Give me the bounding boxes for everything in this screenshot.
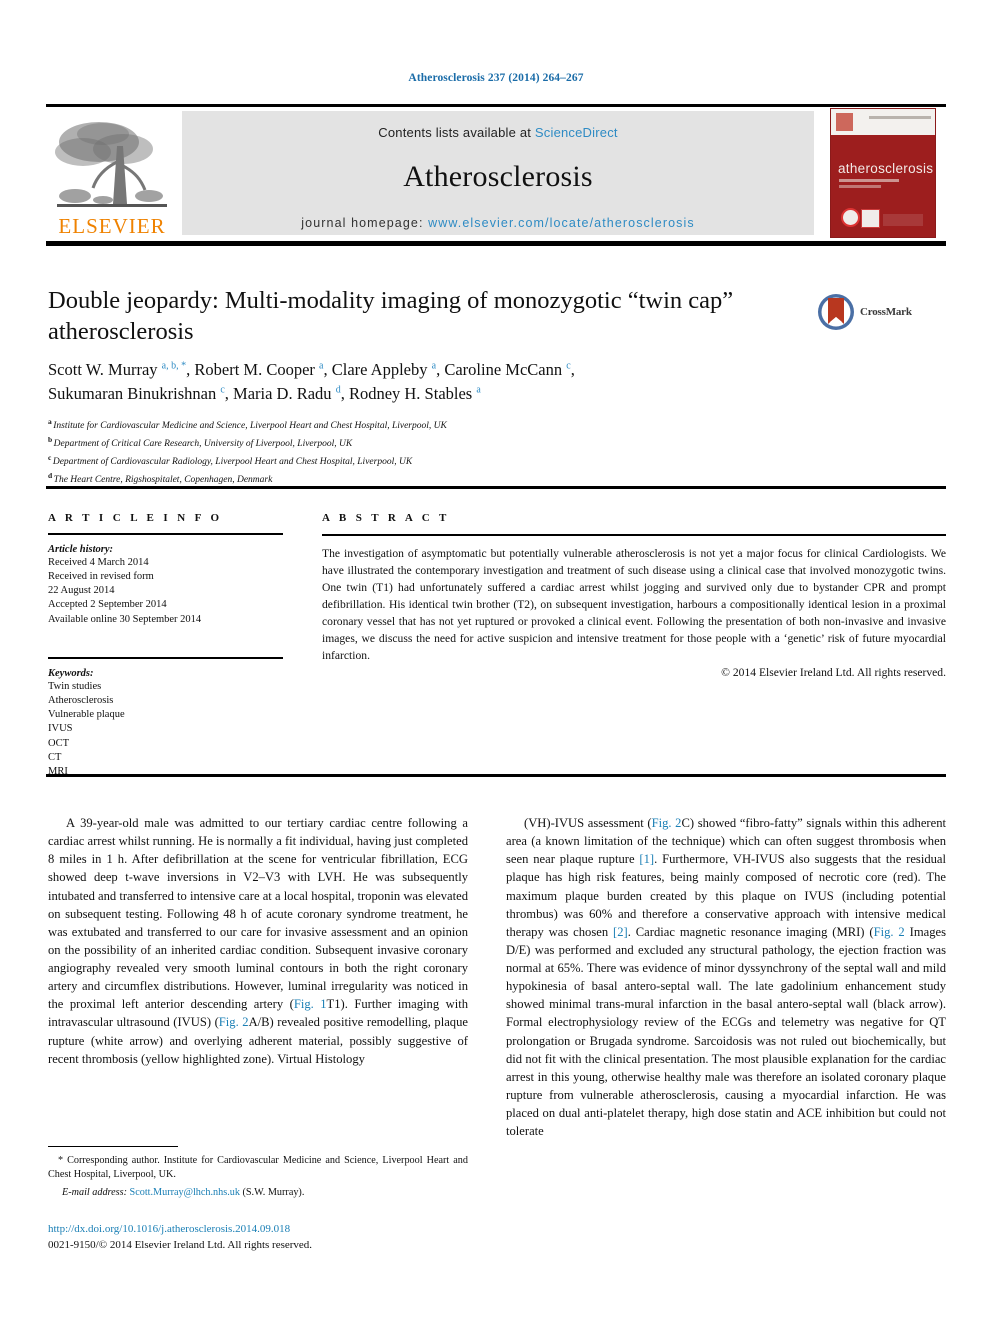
article-history-item: Received in revised form <box>48 570 154 582</box>
affiliation-text: The Heart Centre, Rigshospitalet, Copenh… <box>53 474 273 485</box>
sciencedirect-link[interactable]: ScienceDirect <box>535 125 618 140</box>
masthead-center-panel: Contents lists available at ScienceDirec… <box>182 111 814 235</box>
elsevier-wordmark: ELSEVIER <box>58 214 166 238</box>
keyword-item: Atherosclerosis <box>48 694 114 706</box>
info-section-bottom-rule <box>46 774 946 777</box>
cover-footer-text-bar <box>883 214 923 226</box>
page-title: Double jeopardy: Multi-modality imaging … <box>48 287 734 345</box>
cover-header-text-bar <box>869 116 931 119</box>
author-list: Scott W. Murray a, b, *, Robert M. Coope… <box>48 358 908 407</box>
affiliation-marker: c <box>48 452 52 462</box>
cover-elsevier-mark-icon <box>836 113 853 131</box>
running-head: Atherosclerosis 237 (2014) 264–267 <box>408 72 584 84</box>
keyword-item: CT <box>48 751 62 763</box>
author-line-1: Scott W. Murray a, b, *, Robert M. Coope… <box>48 360 575 379</box>
affiliation-item: a Institute for Cardiovascular Medicine a… <box>48 416 748 434</box>
article-history-label: Article history: <box>48 543 114 555</box>
masthead-bottom-rule <box>46 241 946 246</box>
journal-cover-thumbnail: atherosclerosis <box>820 107 946 239</box>
article-history-item: Available online 30 September 2014 <box>48 613 202 625</box>
keywords-divider <box>48 656 283 659</box>
affiliation-item: b Department of Critical Care Research, U… <box>48 434 748 452</box>
abstract-copyright: © 2014 Elsevier Ireland Ltd. All rights … <box>721 666 946 680</box>
footnote-rule <box>48 1146 178 1147</box>
cover-society-badge-icon <box>841 208 860 227</box>
abstract-heading: A B S T R A C T <box>322 512 450 524</box>
crossmark-icon <box>818 294 854 330</box>
elsevier-logo: ELSEVIER <box>46 107 178 239</box>
doi-link[interactable]: http://dx.doi.org/10.1016/j.atherosclero… <box>48 1222 478 1238</box>
crossmark-label: CrossMark <box>860 306 912 318</box>
body-column-right: (VH)-IVUS assessment (Fig. 2C) showed “f… <box>506 814 946 1140</box>
elsevier-tree-icon <box>55 122 167 207</box>
keyword-item: MRI <box>48 766 68 778</box>
article-info-column: A R T I C L E I N F O Article history: R… <box>48 512 283 779</box>
keyword-item: OCT <box>48 737 69 749</box>
author-line-2: Sukumaran Binukrishnan c, Maria D. Radu … <box>48 384 481 404</box>
affiliation-marker: d <box>48 470 53 480</box>
abstract-text: The investigation of asymptomatic but po… <box>322 546 946 662</box>
affiliation-text: Institute for Cardiovascular Medicine an… <box>53 421 447 432</box>
article-info-divider <box>48 533 283 535</box>
affiliation-marker: b <box>48 434 53 444</box>
doi-block: http://dx.doi.org/10.1016/j.atherosclero… <box>48 1222 478 1254</box>
keyword-item: IVUS <box>48 723 73 735</box>
keywords-label: Keywords: <box>48 667 94 679</box>
homepage-prefix: journal homepage: <box>301 216 429 230</box>
article-history-item: Received 4 March 2014 <box>48 556 149 568</box>
keyword-item: Vulnerable plaque <box>48 709 125 721</box>
journal-homepage-line: journal homepage: www.elsevier.com/locat… <box>182 216 814 230</box>
cover-subtitle-bar-2 <box>839 185 881 188</box>
body-column-left: A 39-year-old male was admitted to our t… <box>48 814 468 1068</box>
abstract-divider <box>322 534 946 536</box>
journal-homepage-link[interactable]: www.elsevier.com/locate/atherosclerosis <box>428 216 695 230</box>
affiliation-marker: a <box>48 417 52 426</box>
journal-masthead: ELSEVIER Contents lists available at Sci… <box>46 107 946 239</box>
corresponding-author-note: * Corresponding author. Institute for Ca… <box>48 1155 468 1181</box>
journal-title: Atherosclerosis <box>403 160 593 193</box>
cover-journal-name: atherosclerosis <box>838 161 934 176</box>
email-label: E-mail address: <box>62 1186 127 1198</box>
title-block: Double jeopardy: Multi-modality imaging … <box>48 286 808 348</box>
crossmark-badge[interactable]: CrossMark <box>816 290 936 334</box>
footnote-block: * Corresponding author. Institute for Ca… <box>48 1154 468 1200</box>
keyword-item: Twin studies <box>48 680 102 692</box>
paper-page: Atherosclerosis 237 (2014) 264–267 ELSEV… <box>0 0 992 1323</box>
affiliation-list: a Institute for Cardiovascular Medicine a… <box>48 416 748 488</box>
cover-header-strip <box>831 109 935 135</box>
affiliation-text: Department of Cardiovascular Radiology, … <box>52 456 413 467</box>
body-paragraph: A 39-year-old male was admitted to our t… <box>48 816 468 1066</box>
issn-copyright-line: 0021-9150/© 2014 Elsevier Ireland Ltd. A… <box>48 1238 313 1251</box>
body-paragraph: (VH)-IVUS assessment (Fig. 2C) showed “f… <box>506 816 947 1139</box>
contents-available-line: Contents lists available at ScienceDirec… <box>182 111 814 140</box>
affiliation-text: Department of Critical Care Research, Un… <box>53 439 353 450</box>
article-info-heading: A R T I C L E I N F O <box>48 512 223 524</box>
article-history-item: 22 August 2014 <box>48 585 115 597</box>
affiliation-item: c Department of Cardiovascular Radiology,… <box>48 452 748 470</box>
email-note: E-mail address: Scott.Murray@lhch.nhs.uk… <box>48 1186 468 1200</box>
email-link[interactable]: Scott.Murray@lhch.nhs.uk <box>130 1187 240 1198</box>
info-section-top-rule <box>46 486 946 489</box>
cover-subtitle-bar-1 <box>839 179 899 182</box>
abstract-column: A B S T R A C T The investigation of asy… <box>322 512 946 679</box>
contents-prefix: Contents lists available at <box>378 125 535 140</box>
cover-publisher-badge-icon <box>861 209 880 228</box>
email-owner: (S.W. Murray). <box>242 1186 305 1198</box>
cover-image: atherosclerosis <box>830 108 936 238</box>
article-history-item: Accepted 2 September 2014 <box>48 599 167 611</box>
affiliation-item: d The Heart Centre, Rigshospitalet, Copen… <box>48 470 748 488</box>
